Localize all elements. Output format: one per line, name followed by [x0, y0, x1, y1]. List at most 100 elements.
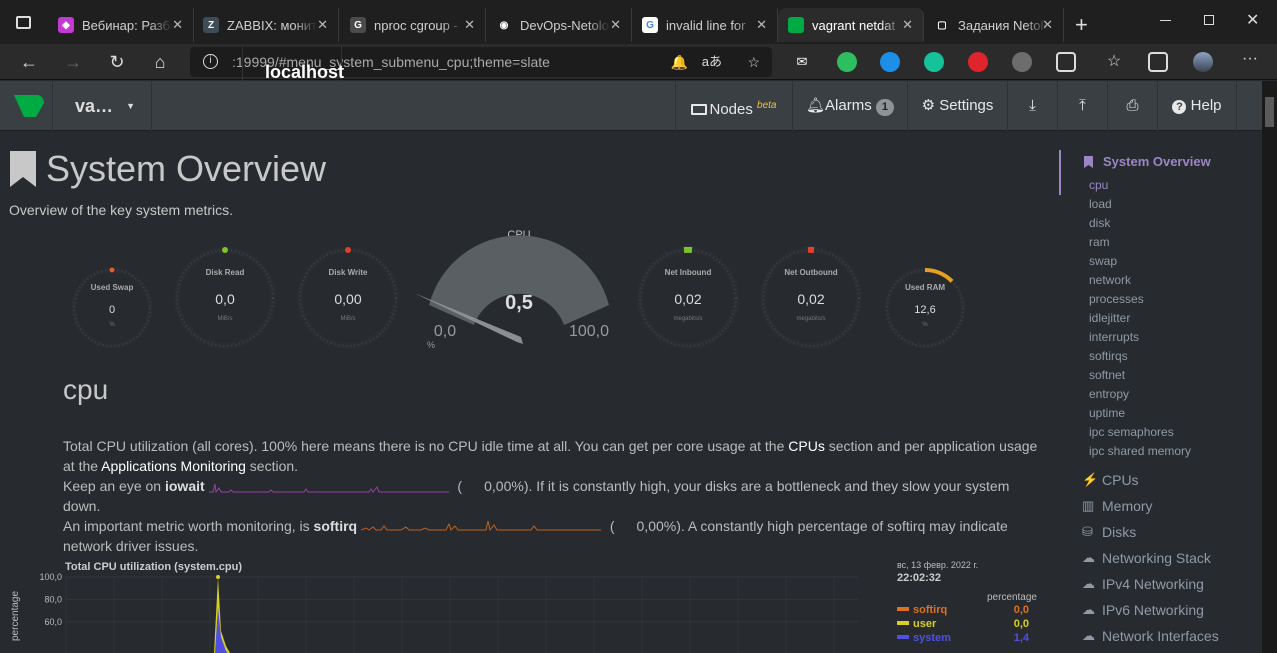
- back-button[interactable]: ←: [17, 50, 41, 74]
- legend-row-user[interactable]: user 0,0: [897, 617, 1037, 631]
- legend-row-softirq[interactable]: softirq 0,0: [897, 603, 1037, 617]
- browser-tab[interactable]: Ginvalid line for ✕: [632, 8, 778, 42]
- mail-extension-icon[interactable]: ✉: [792, 52, 812, 72]
- browser-tab[interactable]: ◆ Вебинар: Разбо ✕: [48, 8, 194, 42]
- reload-button[interactable]: ↻: [105, 50, 129, 74]
- triangle-extension-icon[interactable]: [880, 52, 900, 72]
- net-inbound-gauge[interactable]: Net Inbound 0,02 megabits/s: [637, 246, 739, 349]
- sidebar-sub-softirqs[interactable]: softirqs: [1070, 347, 1260, 366]
- browser-tab[interactable]: vagrant netdat ✕: [778, 8, 924, 42]
- add-favorite-icon[interactable]: ☆: [747, 47, 760, 77]
- sidebar-group-cpus[interactable]: ⚡ CPUs: [1070, 467, 1260, 493]
- sidebar-sub-ram[interactable]: ram: [1070, 233, 1260, 252]
- tab-close-icon[interactable]: ✕: [317, 17, 328, 33]
- favorites-icon[interactable]: ☆: [1104, 52, 1124, 72]
- tab-actions-icon[interactable]: [16, 16, 31, 29]
- close-window-button[interactable]: ✕: [1246, 10, 1259, 30]
- tab-close-icon[interactable]: ✕: [172, 17, 183, 33]
- url-field[interactable]: i localhost:19999/#menu_system_submenu_c…: [190, 47, 772, 97]
- tab-close-icon[interactable]: ✕: [464, 17, 475, 33]
- legend-row-system[interactable]: system 1,4: [897, 631, 1037, 645]
- sidebar-sub-cpu[interactable]: cpu: [1070, 176, 1260, 195]
- chart-peak-point: [216, 575, 220, 579]
- sidebar-sub-processes[interactable]: processes: [1070, 290, 1260, 309]
- cpu-gauge[interactable]: CPU 0,5 0,0 100,0 %: [414, 229, 609, 350]
- sidebar-group-disks[interactable]: ⛁ Disks: [1070, 519, 1260, 545]
- page-scrollbar[interactable]: [1262, 81, 1277, 653]
- notification-blocked-icon[interactable]: 🔔: [671, 47, 688, 77]
- alarms-button[interactable]: 🔔︎Alarms 1: [792, 81, 907, 131]
- browser-tab[interactable]: Gnproc cgroup - ✕: [340, 8, 486, 42]
- netdata-header: va… ▼ Nodes beta 🔔︎Alarms 1 ⚙ Settings ⤓…: [0, 81, 1262, 131]
- help-button[interactable]: ? Help: [1157, 81, 1237, 131]
- sidebar-group-ipv4-networking[interactable]: ☁ IPv4 Networking: [1070, 571, 1260, 597]
- page-title: System Overview: [46, 148, 327, 189]
- tab-close-icon[interactable]: ✕: [902, 17, 913, 33]
- cpu-chart[interactable]: percentage 100,0 80,0 60,0: [8, 571, 868, 653]
- sidebar-sub-idlejitter[interactable]: idlejitter: [1070, 309, 1260, 328]
- sidebar-sub-load[interactable]: load: [1070, 195, 1260, 214]
- sidebar-group-network-interfaces[interactable]: ☁ Network Interfaces: [1070, 623, 1260, 649]
- sidebar-sub-swap[interactable]: swap: [1070, 252, 1260, 271]
- read-aloud-icon[interactable]: aあ: [702, 47, 722, 77]
- tab-close-icon[interactable]: ✕: [610, 17, 621, 33]
- tab-title: DevOps-Netolo: [520, 17, 609, 33]
- sidebar-system-overview[interactable]: System Overview: [1070, 148, 1260, 176]
- print-button[interactable]: ⎙: [1107, 81, 1157, 131]
- browser-tab[interactable]: ◉ DevOps-Netolo ✕: [486, 8, 632, 42]
- netdata-logo[interactable]: [12, 93, 46, 119]
- sidebar-group-networking-stack[interactable]: ☁ Networking Stack: [1070, 545, 1260, 571]
- disk-read-gauge[interactable]: Disk Read 0,0 MiB/s: [174, 247, 276, 349]
- used-swap-status-dot: [109, 267, 115, 273]
- sidebar-menu: System Overview cpu load disk ram swap networ…: [1070, 148, 1260, 649]
- tab-favicon-icon: [788, 17, 804, 33]
- tab-favicon-icon: G: [350, 17, 366, 33]
- sidebar-group-ipv6-networking[interactable]: ☁ IPv6 Networking: [1070, 597, 1260, 623]
- grammarly-extension-icon[interactable]: [924, 52, 944, 72]
- browser-tab[interactable]: Z ZABBIX: монит ✕: [193, 8, 339, 42]
- nodes-button[interactable]: Nodes beta: [675, 81, 791, 131]
- applications-monitoring-link[interactable]: Applications Monitoring: [101, 458, 246, 474]
- used-ram-gauge[interactable]: Used RAM 12,6 %: [884, 267, 966, 349]
- profile-avatar[interactable]: [1193, 52, 1213, 72]
- disk-read-unit: MiB/s: [218, 316, 233, 322]
- extensions-icon[interactable]: [1056, 52, 1076, 72]
- chart-ylabel: percentage: [10, 591, 21, 641]
- maximize-button[interactable]: [1204, 15, 1214, 25]
- sidebar-sub-network[interactable]: network: [1070, 271, 1260, 290]
- cpu-gauge-unit: %: [427, 340, 435, 350]
- home-button[interactable]: ⌂: [148, 50, 172, 74]
- scrollbar-thumb[interactable]: [1265, 97, 1274, 127]
- info-icon[interactable]: i: [203, 54, 218, 69]
- host-selector[interactable]: va… ▼: [52, 81, 152, 131]
- sidebar-sub-uptime[interactable]: uptime: [1070, 404, 1260, 423]
- sidebar-sub-softnet[interactable]: softnet: [1070, 366, 1260, 385]
- used-swap-gauge[interactable]: Used Swap 0 %: [71, 267, 153, 349]
- upload-button[interactable]: ⤒: [1057, 81, 1107, 131]
- minimize-button[interactable]: [1160, 20, 1171, 21]
- sidebar-sub-disk[interactable]: disk: [1070, 214, 1260, 233]
- more-menu-icon[interactable]: ···: [1240, 51, 1260, 72]
- cpus-link[interactable]: CPUs: [788, 438, 825, 454]
- evernote-extension-icon[interactable]: [837, 52, 857, 72]
- shield-extension-icon[interactable]: [1012, 52, 1032, 72]
- browser-tab[interactable]: ▢ Задания Netolo ✕: [924, 8, 1064, 42]
- disk-write-gauge[interactable]: Disk Write 0,00 MiB/s: [297, 247, 399, 349]
- sidebar-sub-ipc-semaphores[interactable]: ipc semaphores: [1070, 423, 1260, 442]
- settings-button[interactable]: ⚙ Settings: [907, 81, 1007, 131]
- net-outbound-gauge[interactable]: Net Outbound 0,02 megabits/s: [760, 246, 862, 349]
- sidebar-group-memory[interactable]: ▥ Memory: [1070, 493, 1260, 519]
- forward-button[interactable]: →: [61, 50, 85, 74]
- legend-swatch: [897, 607, 909, 611]
- sidebar-sub-interrupts[interactable]: interrupts: [1070, 328, 1260, 347]
- adblock-extension-icon[interactable]: [968, 52, 988, 72]
- monitor-icon: [690, 104, 707, 115]
- collections-icon[interactable]: [1148, 52, 1168, 72]
- tab-close-icon[interactable]: ✕: [756, 17, 767, 33]
- new-tab-button[interactable]: +: [1075, 12, 1088, 38]
- download-button[interactable]: ⤓: [1007, 81, 1057, 131]
- sidebar-sub-ipc-shared-memory[interactable]: ipc shared memory: [1070, 442, 1260, 461]
- legend-value: 0,0: [1013, 604, 1029, 616]
- sidebar-sub-entropy[interactable]: entropy: [1070, 385, 1260, 404]
- tab-close-icon[interactable]: ✕: [1042, 17, 1053, 33]
